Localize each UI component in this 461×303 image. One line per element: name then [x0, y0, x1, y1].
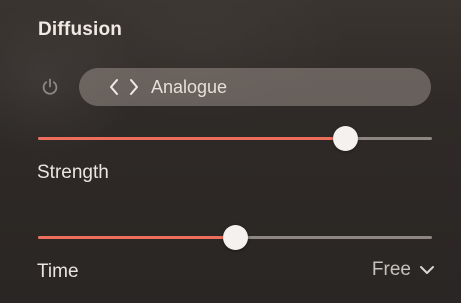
time-mode-value: Free [371, 259, 411, 280]
power-icon [42, 78, 58, 95]
preset-next-button[interactable] [126, 77, 142, 97]
slider-thumb[interactable] [222, 225, 248, 250]
preset-prev-button[interactable] [106, 77, 122, 97]
preset-name: Analogue [151, 76, 228, 97]
strength-slider[interactable] [38, 126, 432, 151]
panel-title: Diffusion [38, 19, 123, 40]
strength-label: Strength [37, 162, 109, 183]
slider-thumb[interactable] [332, 126, 358, 151]
time-slider[interactable] [38, 225, 432, 250]
diffusion-panel: Diffusion Analogue Strength Time Free [0, 0, 461, 303]
chevron-left-icon [110, 79, 118, 95]
preset-selector[interactable]: Analogue [79, 68, 431, 106]
time-mode-dropdown[interactable]: Free [372, 259, 435, 281]
power-button[interactable] [40, 77, 60, 97]
chevron-down-icon [419, 264, 435, 276]
chevron-right-icon [130, 79, 138, 95]
slider-fill [38, 137, 346, 140]
time-label: Time [37, 261, 79, 282]
slider-fill [38, 236, 235, 239]
